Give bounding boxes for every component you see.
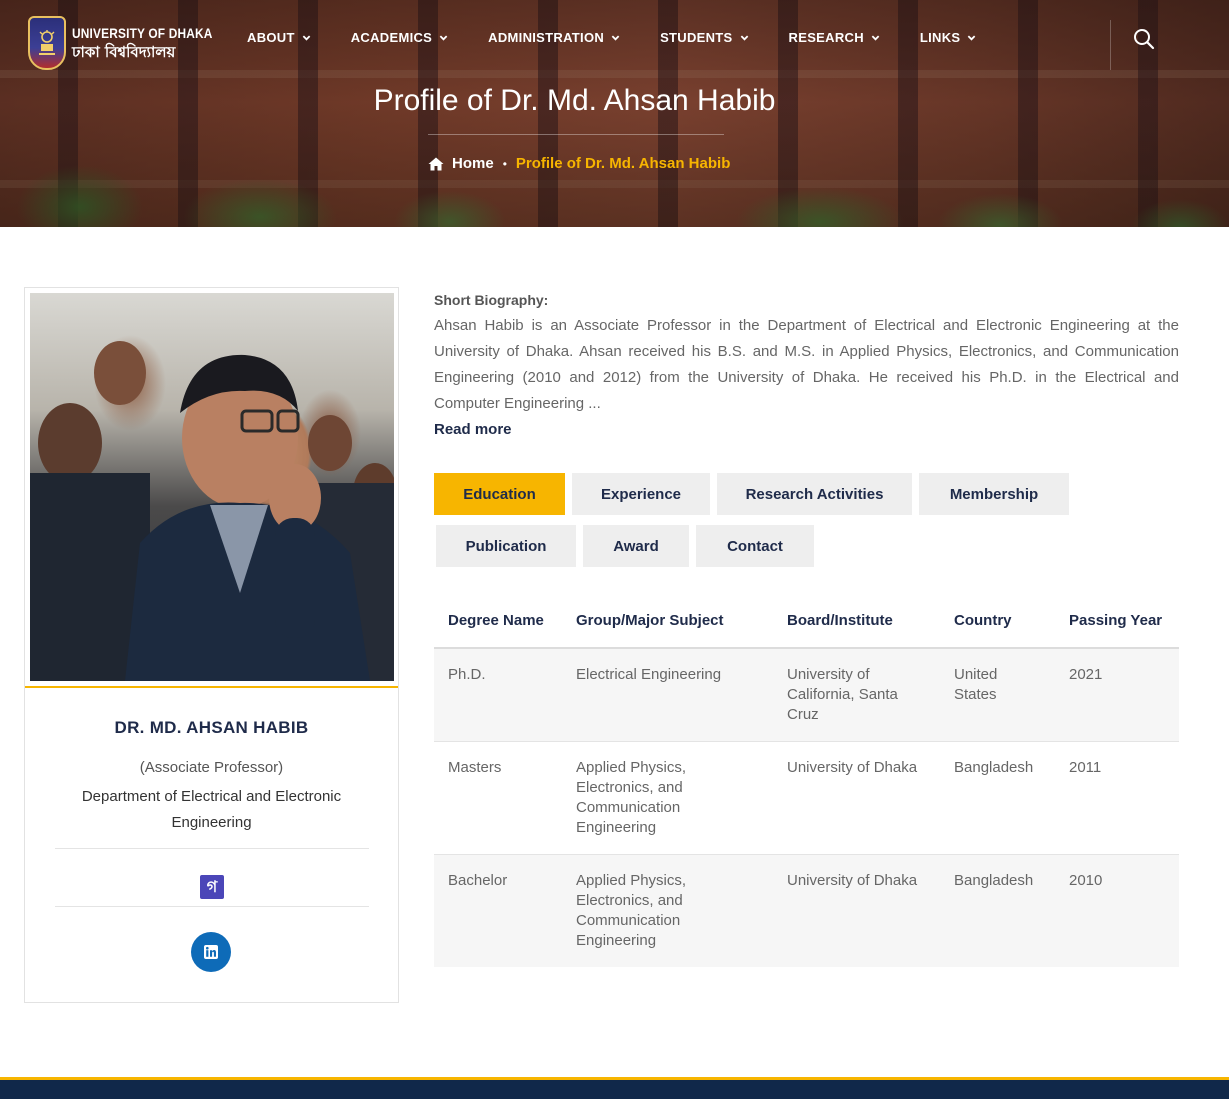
breadcrumb-separator: • xyxy=(502,156,507,171)
nav-divider xyxy=(1110,20,1111,70)
nav-item-research[interactable]: RESEARCH xyxy=(789,30,880,45)
profile-name: DR. MD. AHSAN HABIB xyxy=(114,718,309,737)
chevron-down-icon xyxy=(740,35,748,41)
card-accent-line xyxy=(25,686,398,688)
search-icon[interactable] xyxy=(1133,28,1155,50)
divider xyxy=(55,848,369,849)
nav-label: LINKS xyxy=(919,30,961,45)
table-cell: University of Dhaka xyxy=(773,741,940,855)
table-cell: Applied Physics, Electronics, and Commun… xyxy=(562,741,773,855)
table-row: Masters Applied Physics, Electronics, an… xyxy=(434,741,1179,855)
nav-label: RESEARCH xyxy=(788,30,864,45)
profile-card: DR. MD. AHSAN HABIB (Associate Professor… xyxy=(24,287,399,1003)
nav-label: ABOUT xyxy=(247,30,295,45)
linkedin-icon xyxy=(204,945,218,959)
title-divider xyxy=(428,134,724,135)
chevron-down-icon xyxy=(968,35,976,41)
site-logo[interactable]: UNIVERSITY OF DHAKA ঢাকা বিশ্ববিদ্যালয় xyxy=(28,16,237,70)
column-header: Passing Year xyxy=(1055,593,1179,649)
nav-item-administration[interactable]: ADMINISTRATION xyxy=(488,30,620,45)
nav-item-academics[interactable]: ACADEMICS xyxy=(351,30,448,45)
linkedin-button[interactable] xyxy=(191,932,231,972)
profile-department: Department of Electrical and Electronic … xyxy=(81,788,342,831)
table-cell: Applied Physics, Electronics, and Commun… xyxy=(562,854,773,967)
nav-label: ADMINISTRATION xyxy=(488,30,605,45)
tab-publication[interactable]: Publication xyxy=(436,525,576,567)
nav-item-links[interactable]: LINKS xyxy=(920,30,977,45)
tab-membership[interactable]: Membership xyxy=(919,473,1069,515)
hero-background-trees xyxy=(0,137,1229,227)
page-title: Profile of Dr. Md. Ahsan Habib xyxy=(373,84,776,117)
table-cell: 2010 xyxy=(1055,854,1179,967)
chevron-down-icon xyxy=(439,35,448,41)
tab-award[interactable]: Award xyxy=(583,525,689,567)
tab-contact[interactable]: Contact xyxy=(696,525,814,567)
table-row: Ph.D. Electrical Engineering University … xyxy=(434,648,1179,742)
home-icon xyxy=(428,157,444,170)
table-cell: University of California, Santa Cruz xyxy=(773,648,940,742)
university-emblem-icon xyxy=(28,16,66,70)
tab-research-activities[interactable]: Research Activities xyxy=(717,473,912,515)
table-cell: Electrical Engineering xyxy=(562,648,773,742)
tab-experience[interactable]: Experience xyxy=(572,473,710,515)
table-header-row: Degree Name Group/Major Subject Board/In… xyxy=(434,593,1179,649)
chevron-down-icon xyxy=(611,35,620,41)
read-more-link[interactable]: Read more xyxy=(434,421,512,438)
table-row: Bachelor Applied Physics, Electronics, a… xyxy=(434,854,1179,967)
table-cell: Masters xyxy=(434,741,562,855)
breadcrumb: Home • Profile of Dr. Md. Ahsan Habib xyxy=(428,155,730,172)
table-cell: 2011 xyxy=(1055,741,1179,855)
nav-item-students[interactable]: STUDENTS xyxy=(660,30,748,45)
main-nav: ABOUT ACADEMICS ADMINISTRATION STUDENTS … xyxy=(247,30,1016,45)
column-header: Country xyxy=(940,593,1055,649)
table-cell: Bangladesh xyxy=(940,741,1055,855)
profile-photo xyxy=(30,293,394,681)
scholar-profile-icon[interactable]: গ xyxy=(200,875,224,899)
education-table: Degree Name Group/Major Subject Board/In… xyxy=(434,593,1179,967)
column-header: Board/Institute xyxy=(773,593,940,649)
nav-label: ACADEMICS xyxy=(350,30,433,45)
chevron-down-icon xyxy=(302,35,311,41)
nav-item-about[interactable]: ABOUT xyxy=(247,30,311,45)
emblem-lamp-icon xyxy=(39,30,55,55)
table-cell: Bachelor xyxy=(434,854,562,967)
logo-name-english: UNIVERSITY OF DHAKA xyxy=(72,24,213,41)
divider xyxy=(55,906,369,907)
nav-label: STUDENTS xyxy=(660,30,733,45)
table-cell: United States xyxy=(940,648,1055,742)
footer-bar xyxy=(0,1077,1229,1099)
column-header: Group/Major Subject xyxy=(562,593,773,649)
table-cell: University of Dhaka xyxy=(773,854,940,967)
bio-label: Short Biography: xyxy=(434,292,549,308)
column-header: Degree Name xyxy=(434,593,562,649)
logo-name-bangla: ঢাকা বিশ্ববিদ্যালয় xyxy=(72,42,176,61)
breadcrumb-current: Profile of Dr. Md. Ahsan Habib xyxy=(515,155,731,172)
table-cell: Bangladesh xyxy=(940,854,1055,967)
table-cell: Ph.D. xyxy=(434,648,562,742)
breadcrumb-home-link[interactable]: Home xyxy=(452,155,494,172)
bio-text: Ahsan Habib is an Associate Professor in… xyxy=(434,317,1179,412)
hero-banner: UNIVERSITY OF DHAKA ঢাকা বিশ্ববিদ্যালয় … xyxy=(0,0,1229,227)
tab-education[interactable]: Education xyxy=(434,473,565,515)
chevron-down-icon xyxy=(871,35,880,41)
profile-photo-illustration xyxy=(30,341,394,681)
profile-designation: (Associate Professor) xyxy=(139,759,284,776)
table-cell: 2021 xyxy=(1055,648,1179,742)
